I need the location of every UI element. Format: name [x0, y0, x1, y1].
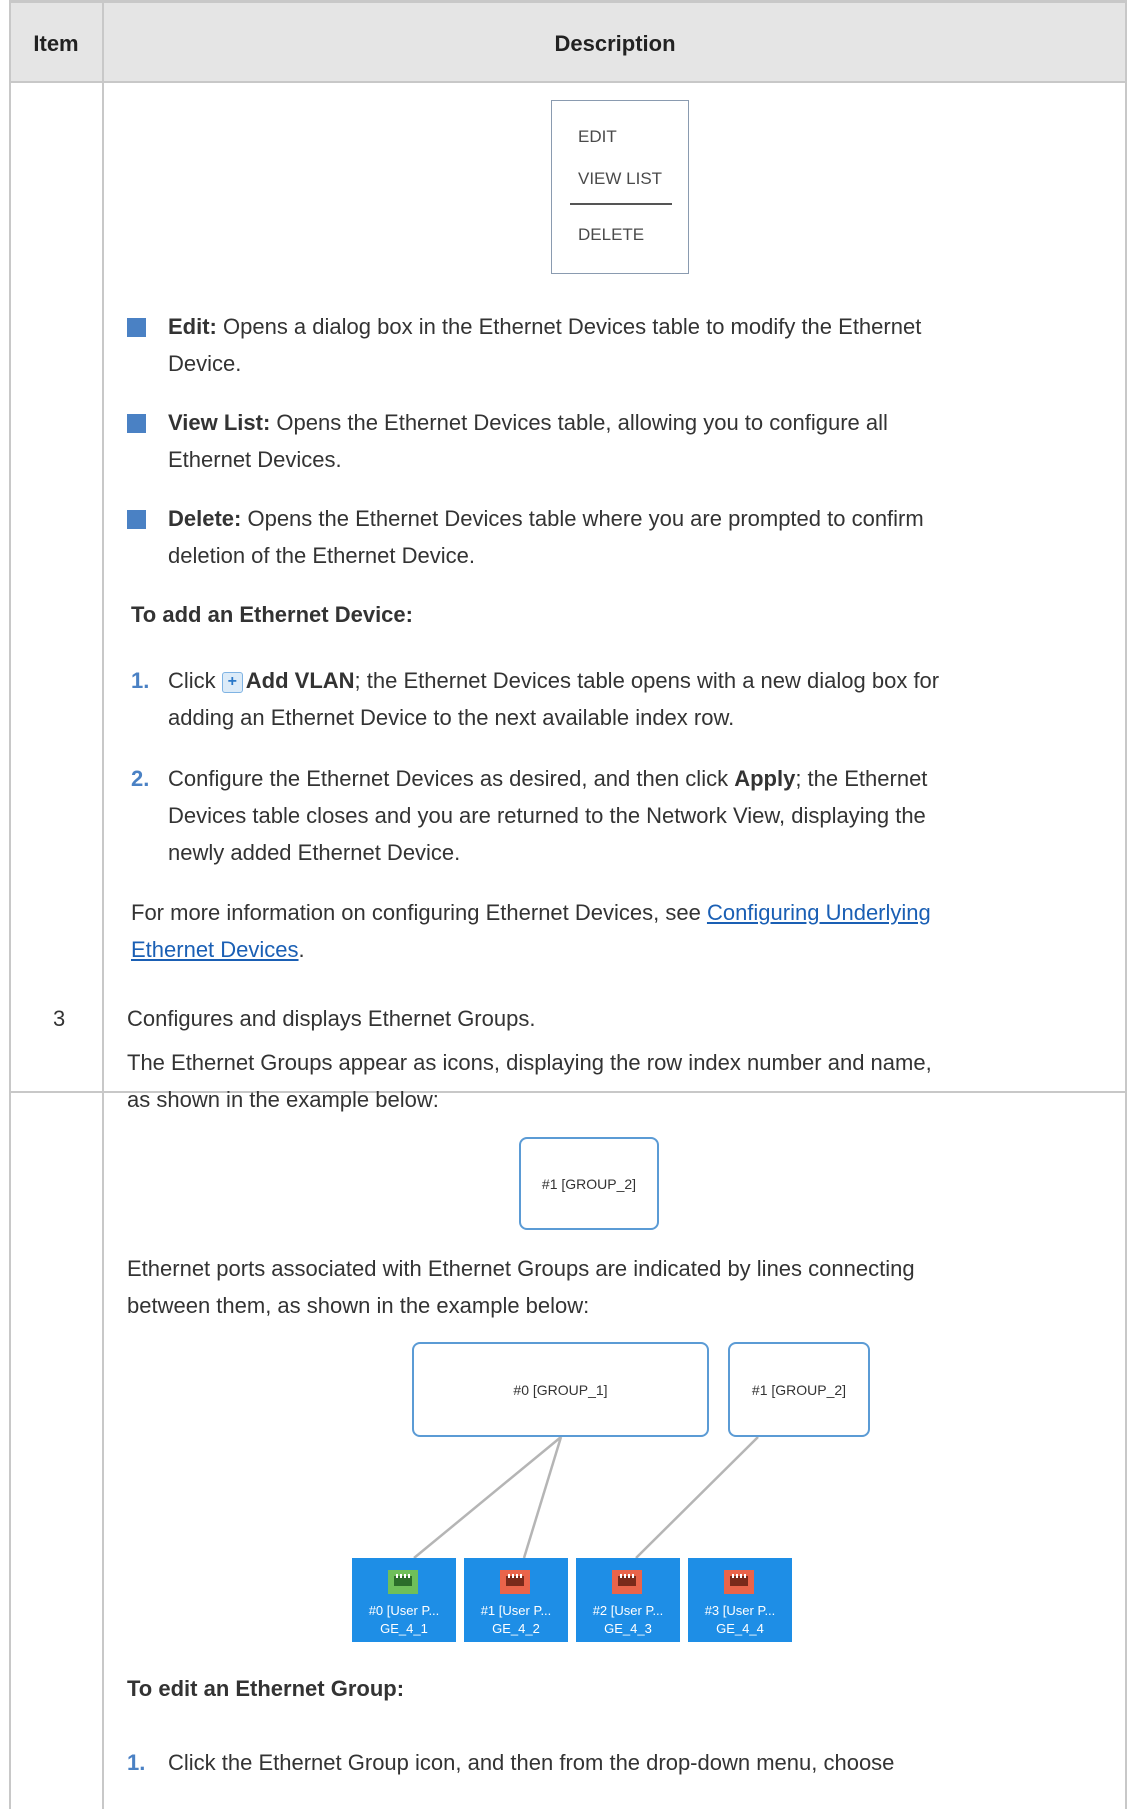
add-step-2: Configure the Ethernet Devices as desire…	[168, 760, 927, 797]
row3-line5: between them, as shown in the example be…	[127, 1293, 590, 1318]
header-item: Item	[33, 31, 79, 56]
step-text: Configure the Ethernet Devices as desire…	[168, 766, 735, 791]
bullet-term: Delete:	[168, 506, 242, 531]
port-label: #3 [User P...	[704, 1603, 776, 1618]
bullet-view-list: View List: Opens the Ethernet Devices ta…	[168, 404, 888, 441]
bullet-text: Opens the Ethernet Devices table, allowi…	[270, 410, 888, 435]
more-info: For more information on configuring Ethe…	[131, 894, 931, 931]
bullet-text: Opens a dialog box in the Ethernet Devic…	[216, 314, 922, 339]
add-vlan-label: Add VLAN	[245, 668, 355, 693]
bullet-edit-cont: Device.	[168, 351, 242, 376]
more-info-cont: Ethernet Devices.	[131, 931, 305, 968]
step-text: Click	[168, 668, 222, 693]
example-group-icon: #1 [GROUP_2]	[519, 1137, 659, 1230]
port-name: GE_4_1	[380, 1621, 428, 1636]
context-menu-example: EDIT VIEW LIST DELETE	[551, 100, 689, 274]
port-name: GE_4_2	[492, 1621, 540, 1636]
bullet-text: Opens the Ethernet Devices table where y…	[241, 506, 924, 531]
period: .	[298, 937, 305, 962]
port-icon-1[interactable]: #1 [User P... GE_4_2	[464, 1558, 568, 1642]
port-label: #1 [User P...	[480, 1603, 552, 1618]
port-name: GE_4_4	[716, 1621, 764, 1636]
add-icon: +	[221, 671, 243, 693]
connector-line	[522, 1436, 563, 1559]
edit-step-1: Click the Ethernet Group icon, and then …	[168, 1750, 895, 1775]
connector-line	[635, 1436, 759, 1559]
step-number: 2.	[131, 766, 150, 791]
bullet-delete-cont: deletion of the Ethernet Device.	[168, 543, 475, 568]
add-step-1-cont: adding an Ethernet Device to the next av…	[168, 705, 735, 730]
step-number: 1.	[131, 668, 150, 693]
add-step-2-cont: Devices table closes and you are returne…	[168, 803, 926, 828]
bullet-term: View List:	[168, 410, 271, 435]
menu-item-view-list[interactable]: VIEW LIST	[578, 169, 662, 189]
group-icon-0[interactable]: #0 [GROUP_1]	[412, 1342, 709, 1437]
menu-item-edit[interactable]: EDIT	[578, 127, 617, 147]
header-divider	[9, 81, 1127, 83]
bullet-icon	[127, 510, 146, 529]
ethernet-port-icon	[388, 1570, 418, 1594]
menu-item-delete[interactable]: DELETE	[578, 225, 644, 245]
port-label: #0 [User P...	[368, 1603, 440, 1618]
group-icon-1[interactable]: #1 [GROUP_2]	[728, 1342, 870, 1437]
port-label: #2 [User P...	[592, 1603, 664, 1618]
step-text: ; the Ethernet Devices table opens with …	[354, 668, 940, 693]
column-divider	[102, 0, 104, 1809]
step-text: ; the Ethernet	[795, 766, 928, 791]
add-step-1: Click + Add VLAN; the Ethernet Devices ta…	[168, 662, 939, 699]
ethernet-devices-link[interactable]: Ethernet Devices	[131, 937, 299, 962]
port-name: GE_4_3	[604, 1621, 652, 1636]
ethernet-port-icon	[612, 1570, 642, 1594]
bullet-icon	[127, 318, 146, 337]
row-item-number: 3	[53, 1006, 66, 1031]
edit-group-heading: To edit an Ethernet Group:	[127, 1676, 405, 1701]
bullet-term: Edit:	[168, 314, 217, 339]
port-icon-3[interactable]: #3 [User P... GE_4_4	[688, 1558, 792, 1642]
add-step-2-cont2: newly added Ethernet Device.	[168, 840, 461, 865]
more-info-text: For more information on configuring Ethe…	[131, 900, 707, 925]
table-border-left	[9, 0, 11, 1809]
bullet-view-list-cont: Ethernet Devices.	[168, 447, 342, 472]
bullet-edit: Edit: Opens a dialog box in the Ethernet…	[168, 308, 921, 345]
port-icon-2[interactable]: #2 [User P... GE_4_3	[576, 1558, 680, 1642]
bullet-icon	[127, 414, 146, 433]
row3-line1: Configures and displays Ethernet Groups.	[127, 1006, 536, 1031]
ethernet-port-icon	[500, 1570, 530, 1594]
menu-separator	[570, 203, 672, 205]
header-description: Description	[554, 31, 676, 56]
bullet-delete: Delete: Opens the Ethernet Devices table…	[168, 500, 924, 537]
table-header: Item Description	[9, 0, 1127, 82]
port-icon-0[interactable]: #0 [User P... GE_4_1	[352, 1558, 456, 1642]
description-table: Item Description EDIT VIEW LIST DELETE E…	[9, 0, 1127, 1809]
step-number: 1.	[127, 1750, 146, 1775]
ethernet-port-icon	[724, 1570, 754, 1594]
row3-line4: Ethernet ports associated with Ethernet …	[127, 1256, 915, 1281]
add-device-heading: To add an Ethernet Device:	[131, 602, 413, 627]
connector-line	[413, 1436, 562, 1559]
apply-label: Apply	[734, 766, 796, 791]
row3-line3: as shown in the example below:	[127, 1087, 439, 1112]
row3-line2: The Ethernet Groups appear as icons, dis…	[127, 1050, 932, 1075]
configuring-underlying-link[interactable]: Configuring Underlying	[707, 900, 931, 925]
